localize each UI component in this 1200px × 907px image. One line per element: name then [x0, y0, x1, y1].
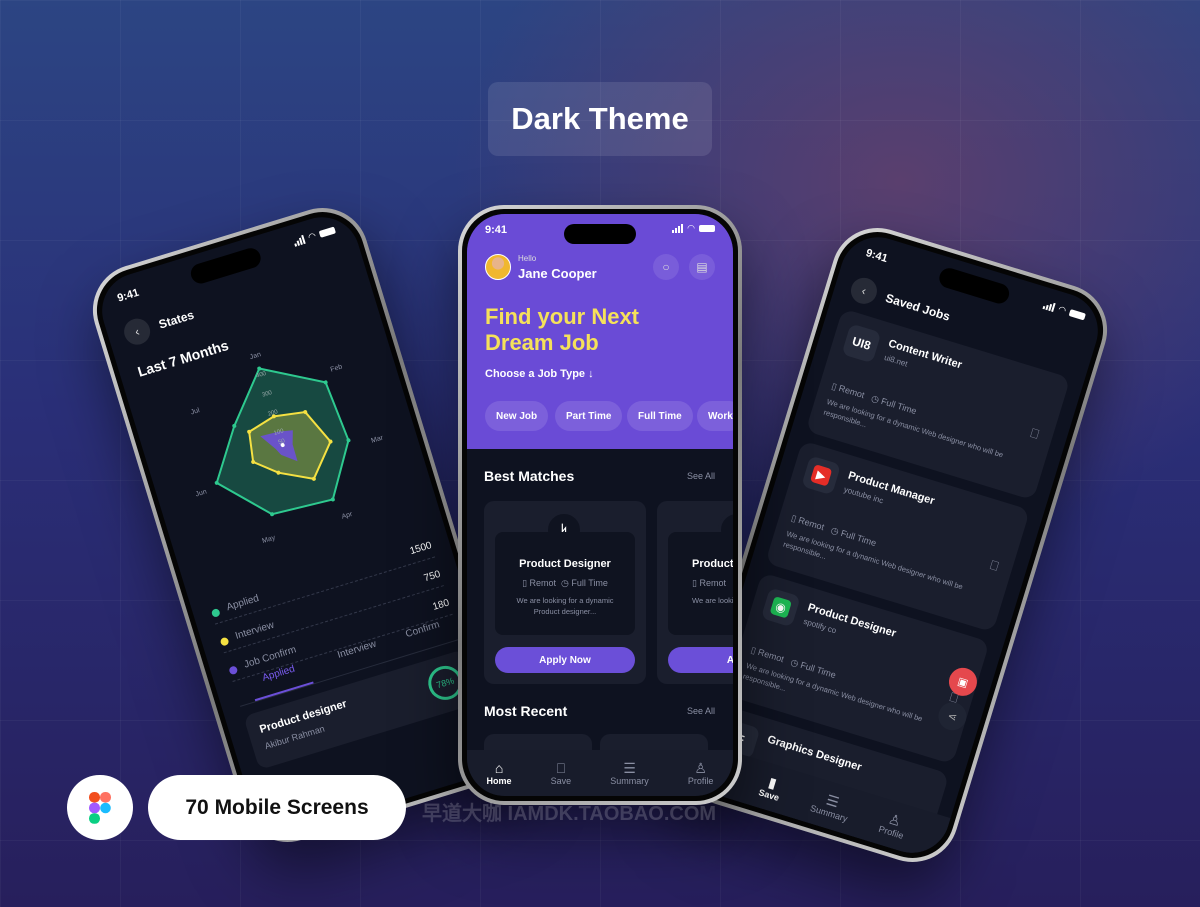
radar-axis-label: Jul	[190, 407, 201, 416]
bookmark-icon[interactable]: ⎕	[1029, 425, 1041, 443]
back-button[interactable]: ‹	[120, 315, 154, 348]
screen-title: States	[157, 307, 196, 332]
status-icons: ◠	[1042, 299, 1086, 322]
see-all-link[interactable]: See All	[687, 706, 715, 716]
status-time: 9:41	[485, 224, 508, 236]
nav-home[interactable]: ⌂ Home	[487, 760, 512, 786]
search-icon: ○	[662, 260, 670, 274]
back-button[interactable]: ‹	[847, 274, 881, 308]
job-title: Product Designer	[519, 558, 611, 570]
radar-axis-label: Jan	[249, 351, 262, 361]
watermark: 早道大咖 IAMDK.TAOBAO.COM	[422, 803, 717, 825]
status-icons: ◠	[292, 225, 337, 248]
company-name: ui8.net	[883, 352, 909, 369]
user-icon: ♙	[694, 760, 707, 776]
list-icon: ☰	[623, 760, 636, 776]
home-screen: 9:41 ◠ Hello Jane Cooper ○ ▤ Find your N…	[467, 214, 733, 796]
legend-value: 1500	[408, 540, 434, 558]
page-title: Dark Theme	[488, 82, 712, 156]
nav-summary[interactable]: ☰ Summary	[809, 788, 853, 823]
avatar[interactable]	[485, 254, 511, 280]
search-button[interactable]: ○	[653, 254, 679, 280]
company-logo-icon: ▶	[801, 455, 842, 496]
figma-badge	[67, 775, 133, 840]
nav-save[interactable]: ⎕ Save	[551, 760, 572, 786]
user-name: Jane Cooper	[518, 266, 597, 281]
greeting: Hello	[518, 254, 537, 263]
screen-title: Saved Jobs	[883, 290, 952, 324]
radar-axis-label: Feb	[330, 363, 344, 373]
legend-dot	[219, 636, 230, 647]
legend-value: 180	[431, 597, 451, 613]
chevron-left-icon: ‹	[133, 324, 142, 339]
home-icon: ⌂	[494, 760, 504, 776]
see-all-link[interactable]: See All	[687, 471, 715, 481]
company-logo-icon: UI8	[841, 323, 882, 364]
most-recent-heading: Most Recent	[484, 703, 568, 719]
chip-new-job[interactable]: New Job	[485, 401, 549, 431]
status-icons: ◠	[672, 223, 715, 234]
trash-icon: ▣	[956, 675, 970, 690]
apply-now-button[interactable]: Apply Now	[495, 647, 635, 673]
nav-summary[interactable]: ☰ Summary	[610, 760, 649, 786]
best-matches-heading: Best Matches	[484, 468, 575, 484]
job-card[interactable]: Product ▯ Remot We are lookin Product Ap…	[657, 501, 733, 684]
figma-logo-icon	[89, 791, 111, 824]
share-icon: ⋖	[946, 709, 959, 724]
nav-save[interactable]: ▮ Save	[757, 772, 785, 803]
phone-home: 9:41 ◠ Hello Jane Cooper ○ ▤ Find your N…	[458, 205, 742, 805]
legend-label: Applied	[225, 592, 261, 614]
nav-profile[interactable]: ♙ Profile	[688, 760, 714, 786]
job-card[interactable]: ᛋ Product Designer ▯ Remot ◷ Full Time W…	[484, 501, 646, 684]
choose-job-type[interactable]: Choose a Job Type ↓	[485, 368, 594, 380]
status-time: 9:41	[115, 286, 141, 305]
radar-axis-label: May	[261, 534, 276, 545]
chip-part-time[interactable]: Part Time	[555, 401, 623, 431]
company-logo-icon: ◉	[760, 587, 801, 628]
legend-value: 750	[422, 568, 442, 585]
job-meta: ▯ Remot ◷ Full Time	[522, 578, 608, 588]
job-desc: We are looking for a dynamic Product des…	[516, 596, 614, 616]
bookmark-icon[interactable]: ⎕	[988, 557, 1001, 575]
apply-now-button[interactable]: Appl	[668, 647, 733, 673]
screens-count-badge: 70 Mobile Screens	[148, 775, 406, 840]
radar-axis-label: Apr	[341, 511, 354, 521]
job-title: Product	[692, 558, 733, 570]
clipboard-icon: ▤	[696, 260, 708, 274]
bookmark-icon: ⎕	[556, 760, 566, 776]
nav-profile[interactable]: ♙ Profile	[877, 809, 909, 840]
legend-dot	[210, 607, 221, 618]
status-time: 9:41	[864, 247, 889, 265]
legend-dot	[228, 665, 239, 676]
chip-full-time[interactable]: Full Time	[627, 401, 693, 431]
chip-work[interactable]: Work	[697, 401, 733, 431]
job-desc: We are lookin Product	[692, 596, 733, 605]
chevron-left-icon: ‹	[860, 283, 868, 299]
clipboard-button[interactable]: ▤	[689, 254, 715, 280]
headline: Find your Next Dream Job	[485, 304, 640, 355]
radar-axis-label: Mar	[370, 434, 384, 444]
radar-axis-label: Jun	[195, 488, 208, 498]
bottom-nav: ⌂ Home ⎕ Save ☰ Summary ♙ Profile	[467, 750, 733, 796]
